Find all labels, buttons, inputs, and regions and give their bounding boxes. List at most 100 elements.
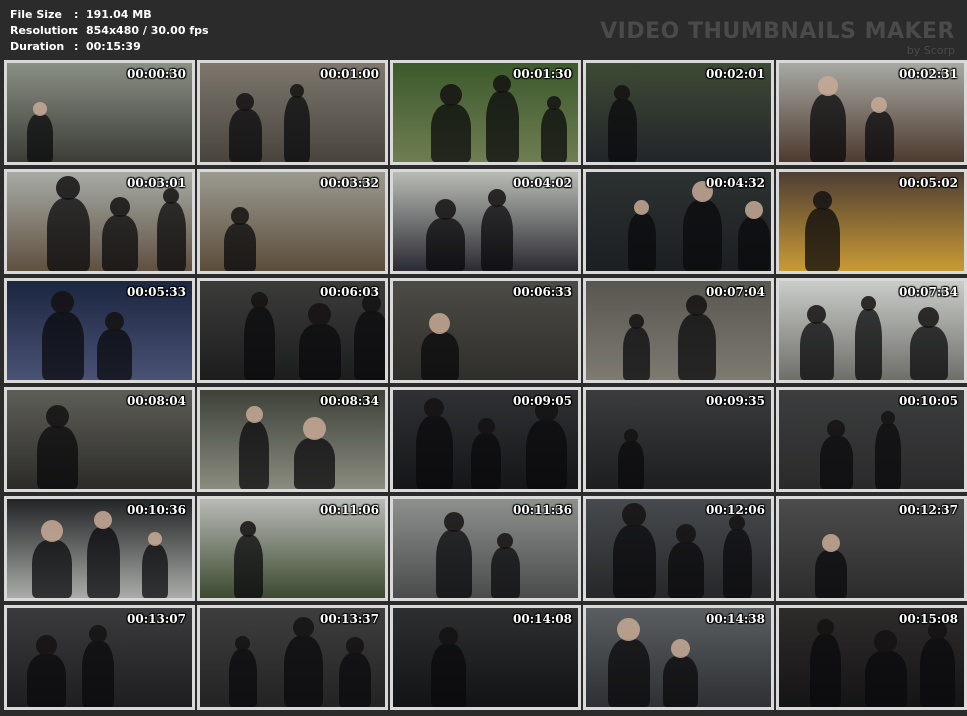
thumbnail-timestamp: 00:06:33 [513, 285, 572, 299]
video-thumbnail[interactable]: 00:13:37 [197, 605, 388, 710]
thumbnail-timestamp: 00:14:38 [706, 612, 765, 626]
scene-figure-head [308, 303, 331, 326]
scene-figure-head [424, 398, 444, 418]
scene-figure [354, 311, 385, 380]
video-thumbnail[interactable]: 00:07:34 [776, 278, 967, 383]
scene-figure-head [444, 512, 464, 532]
scene-figure [526, 420, 567, 489]
scene-figure [678, 314, 716, 380]
scene-figure [431, 644, 466, 707]
scene-figure [471, 433, 501, 489]
video-thumbnail[interactable]: 00:02:31 [776, 60, 967, 165]
video-thumbnail[interactable]: 00:03:01 [4, 169, 195, 274]
scene-figure [82, 641, 114, 707]
video-thumbnail[interactable]: 00:14:38 [583, 605, 774, 710]
video-thumbnail[interactable]: 00:04:32 [583, 169, 774, 274]
scene-figure [738, 217, 770, 271]
video-thumbnail[interactable]: 00:10:36 [4, 496, 195, 601]
scene-figure-head [493, 75, 511, 93]
video-thumbnail[interactable]: 00:08:04 [4, 387, 195, 492]
video-thumbnail[interactable]: 00:05:33 [4, 278, 195, 383]
scene-figure [27, 114, 53, 162]
scene-figure-head [46, 405, 69, 428]
scene-figure [229, 649, 257, 707]
thumbnail-timestamp: 00:13:07 [127, 612, 186, 626]
scene-figure [541, 108, 567, 162]
video-thumbnail[interactable]: 00:01:30 [390, 60, 581, 165]
thumbnail-timestamp: 00:05:33 [127, 285, 186, 299]
thumbnail-timestamp: 00:03:32 [320, 176, 379, 190]
thumbnail-timestamp: 00:09:35 [706, 394, 765, 408]
scene-figure [97, 329, 132, 380]
video-thumbnail[interactable]: 00:09:35 [583, 387, 774, 492]
info-separator: : [74, 8, 79, 21]
scene-figure-head [290, 84, 304, 98]
video-thumbnail[interactable]: 00:07:04 [583, 278, 774, 383]
scene-figure [47, 198, 90, 271]
scene-figure-head [105, 312, 124, 331]
scene-figure-head [629, 314, 644, 329]
video-thumbnail[interactable]: 00:08:34 [197, 387, 388, 492]
scene-figure-head [439, 627, 458, 646]
video-thumbnail[interactable]: 00:15:08 [776, 605, 967, 710]
scene-figure [234, 535, 263, 598]
thumbnail-timestamp: 00:12:06 [706, 503, 765, 517]
scene-figure-head [624, 429, 638, 443]
scene-figure-head [686, 295, 707, 316]
scene-figure [613, 525, 656, 598]
scene-figure-head [231, 207, 249, 225]
video-thumbnail[interactable]: 00:06:33 [390, 278, 581, 383]
thumbnail-timestamp: 00:04:02 [513, 176, 572, 190]
scene-figure-head [634, 200, 649, 215]
scene-figure-head [51, 291, 74, 314]
scene-figure [42, 312, 84, 380]
info-value: 191.04 MB [86, 8, 152, 21]
video-thumbnail[interactable]: 00:00:30 [4, 60, 195, 165]
thumbnail-timestamp: 00:05:02 [899, 176, 958, 190]
scene-figure [157, 202, 186, 271]
video-thumbnail[interactable]: 00:10:05 [776, 387, 967, 492]
video-thumbnail[interactable]: 00:13:07 [4, 605, 195, 710]
thumbnail-timestamp: 00:00:30 [127, 67, 186, 81]
scene-figure [628, 213, 656, 271]
scene-figure [426, 218, 465, 271]
scene-figure-head [240, 521, 256, 537]
scene-figure-head [818, 76, 838, 96]
video-thumbnail[interactable]: 00:01:00 [197, 60, 388, 165]
video-thumbnail[interactable]: 00:06:03 [197, 278, 388, 383]
info-value: 854x480 / 30.00 fps [86, 24, 209, 37]
scene-figure-head [614, 85, 630, 101]
scene-figure [800, 322, 834, 380]
video-thumbnail[interactable]: 00:14:08 [390, 605, 581, 710]
video-thumbnail[interactable]: 00:09:05 [390, 387, 581, 492]
video-thumbnail[interactable]: 00:12:37 [776, 496, 967, 601]
video-thumbnail[interactable]: 00:03:32 [197, 169, 388, 274]
thumbnail-timestamp: 00:02:31 [899, 67, 958, 81]
video-thumbnail[interactable]: 00:04:02 [390, 169, 581, 274]
video-thumbnail[interactable]: 00:02:01 [583, 60, 774, 165]
info-key: Resolution [10, 24, 77, 37]
video-thumbnail[interactable]: 00:11:06 [197, 496, 388, 601]
thumbnail-timestamp: 00:12:37 [899, 503, 958, 517]
scene-figure-head [918, 307, 939, 328]
thumbnail-timestamp: 00:10:05 [899, 394, 958, 408]
scene-figure-head [33, 102, 47, 116]
scene-figure-head [346, 637, 364, 655]
scene-figure [618, 441, 644, 489]
watermark-title: VIDEO THUMBNAILS MAKER [600, 19, 955, 44]
scene-figure-head [497, 533, 513, 549]
thumbnail-timestamp: 00:09:05 [513, 394, 572, 408]
thumbnail-timestamp: 00:01:00 [320, 67, 379, 81]
video-thumbnail[interactable]: 00:11:36 [390, 496, 581, 601]
scene-figure-head [56, 176, 80, 200]
video-thumbnail[interactable]: 00:12:06 [583, 496, 774, 601]
scene-figure-head [861, 296, 876, 311]
scene-figure-head [36, 635, 57, 656]
info-key: File Size [10, 8, 62, 21]
video-thumbnail[interactable]: 00:05:02 [776, 169, 967, 274]
scene-figure-head [745, 201, 763, 219]
scene-figure-head [236, 93, 254, 111]
scene-figure [875, 423, 901, 489]
scene-figure [142, 544, 168, 598]
scene-figure-head [94, 511, 112, 529]
